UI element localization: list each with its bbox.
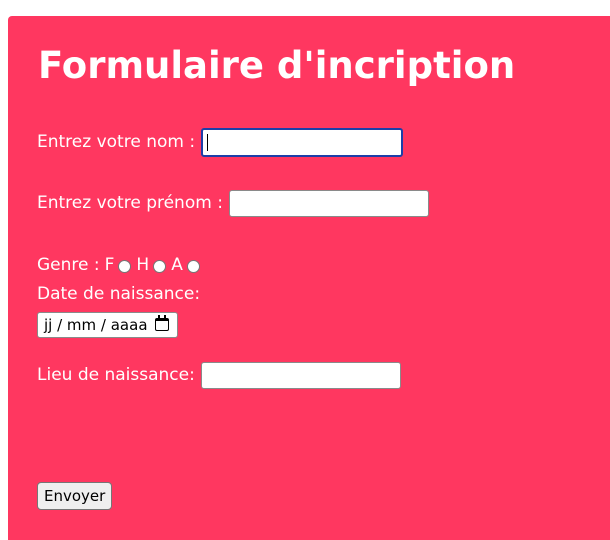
lieu-label: Lieu de naissance: [37, 365, 195, 385]
date-input[interactable]: jj / mm / aaaa [37, 312, 178, 338]
prenom-row: Entrez votre prénom : [37, 188, 429, 218]
form-title: Formulaire d'incription [38, 44, 516, 87]
date-placeholder: jj / mm / aaaa [44, 316, 148, 334]
genre-label: Genre : [37, 255, 100, 275]
submit-row: Envoyer [37, 482, 113, 510]
lieu-input[interactable] [200, 361, 401, 389]
date-label: Date de naissance: [37, 284, 201, 304]
genre-option-h-label: H [136, 255, 150, 275]
genre-radio-a[interactable] [186, 259, 200, 273]
prenom-input[interactable] [228, 189, 429, 217]
nom-input[interactable] [201, 127, 404, 157]
nom-label: Entrez votre nom : [37, 132, 196, 152]
lieu-row: Lieu de naissance: [37, 360, 401, 390]
date-label-row: Date de naissance: [37, 283, 200, 305]
submit-button[interactable]: Envoyer [37, 482, 113, 510]
text-caret [207, 133, 209, 151]
genre-radio-h[interactable] [153, 259, 167, 273]
calendar-icon[interactable] [155, 315, 169, 331]
genre-radio-f[interactable] [118, 259, 132, 273]
genre-option-f-label: F [104, 255, 115, 275]
genre-row: Genre : F H A [37, 254, 205, 276]
nom-row: Entrez votre nom : [37, 127, 404, 157]
genre-option-a-label: A [171, 255, 183, 275]
registration-form-panel: Formulaire d'incription Entrez votre nom… [8, 16, 610, 540]
date-row: jj / mm / aaaa [37, 312, 178, 338]
prenom-label: Entrez votre prénom : [37, 193, 223, 213]
